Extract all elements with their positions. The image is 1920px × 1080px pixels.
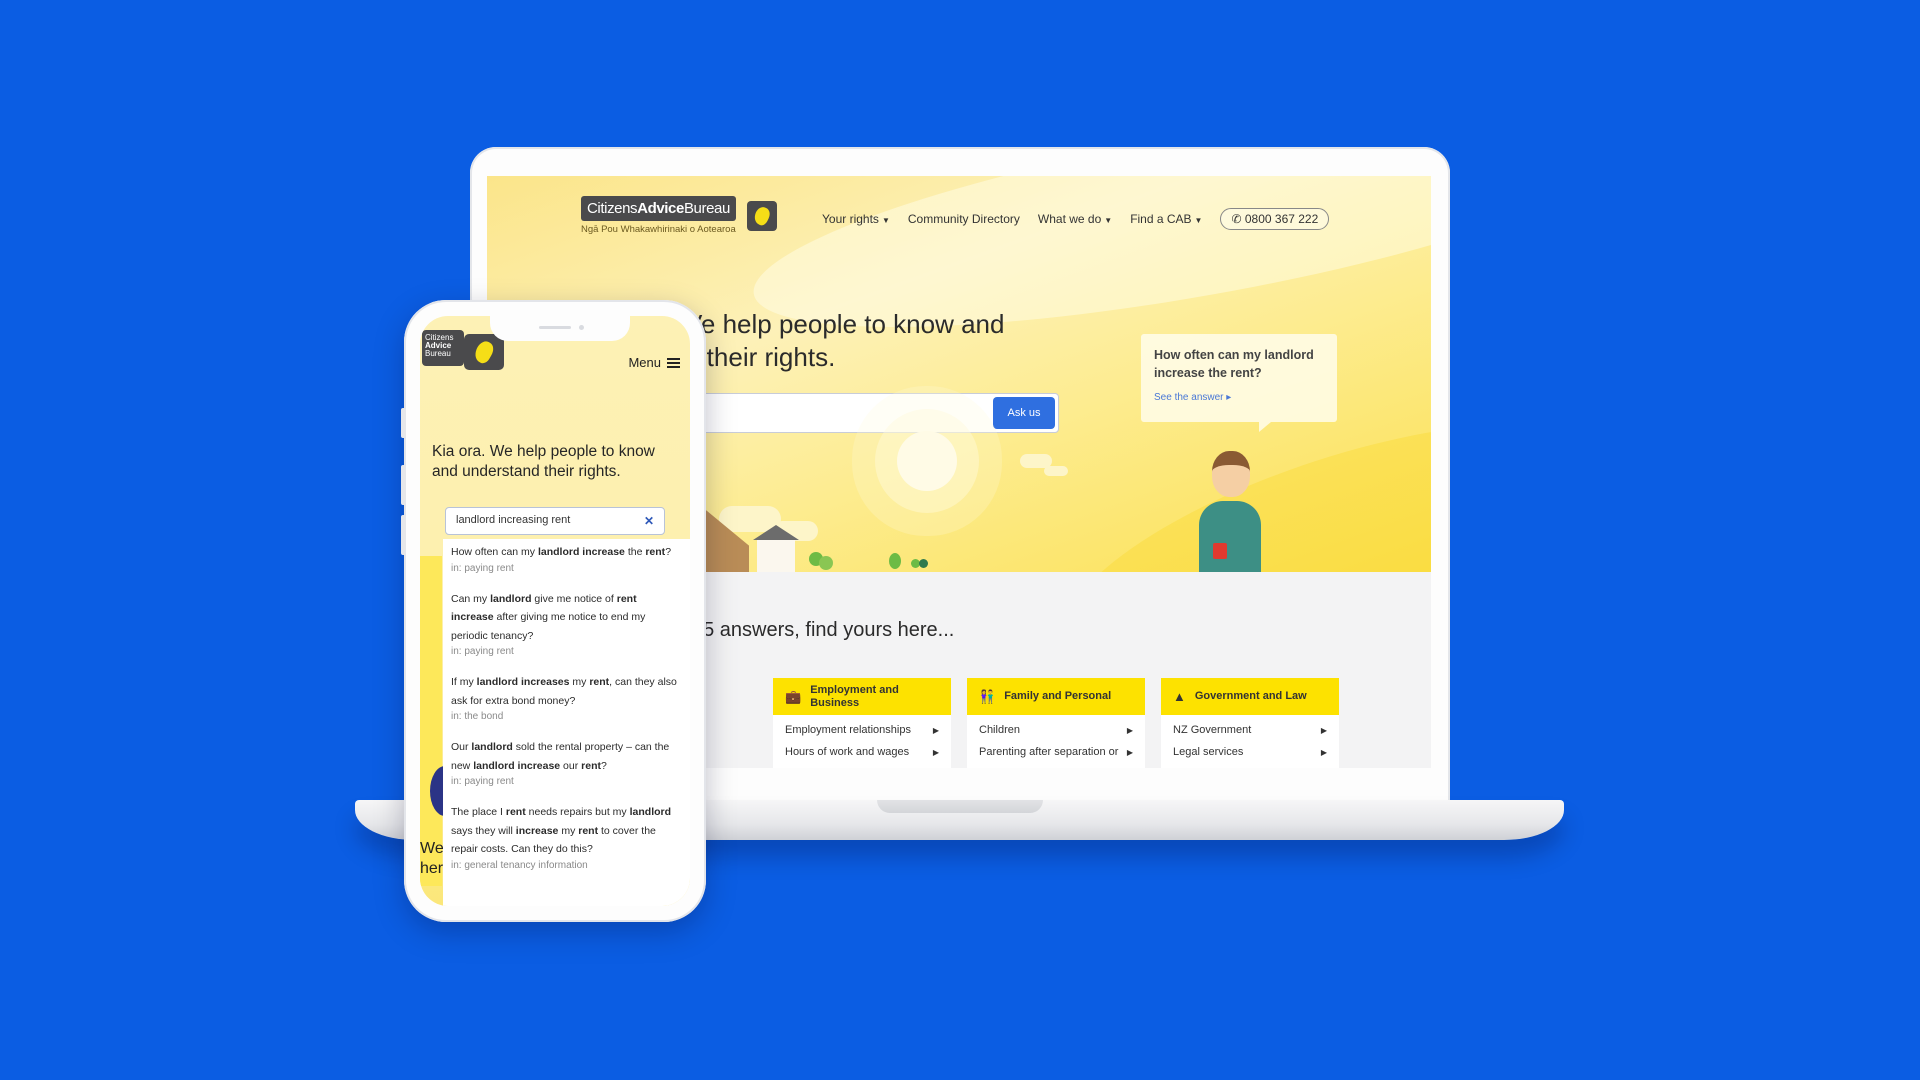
main-nav: Your rights ▼ Community Directory What we… (822, 208, 1330, 230)
phone-side-button (401, 515, 406, 555)
suggestion-item[interactable]: If my landlord increases my rent, can th… (451, 673, 682, 724)
category-link[interactable]: Parenting after separation or ▶ (979, 741, 1133, 763)
category-header[interactable]: ▲ Government and Law (1161, 678, 1339, 715)
caret-down-icon: ▼ (1104, 216, 1113, 225)
arrow-right-icon: ▶ (1126, 747, 1133, 757)
category-header[interactable]: 👫 Family and Personal (967, 678, 1145, 715)
caret-down-icon: ▼ (1194, 216, 1203, 225)
nav-find-a-cab[interactable]: Find a CAB ▼ (1130, 212, 1202, 226)
suggestion-question: Our landlord sold the rental property – … (451, 741, 670, 772)
family-icon: 👫 (979, 689, 996, 704)
cab-logo[interactable]: CitizensAdviceBureau Ngā Pou Whakawhirin… (581, 196, 777, 235)
government-building-icon: ▲ (1173, 689, 1186, 704)
arrow-right-icon: ▶ (932, 725, 939, 735)
sun-illustration (897, 431, 957, 491)
search-suggestions-list: How often can my landlord increase the r… (443, 539, 690, 906)
hamburger-icon (667, 357, 680, 368)
laptop-opening-notch (877, 800, 1043, 813)
suggestion-question: If my landlord increases my rent, can th… (451, 676, 677, 707)
logo-subtitle: Ngā Pou Whakawhirinaki o Aotearoa (581, 224, 736, 235)
house-illustration (753, 525, 799, 572)
mobile-website: Citizens Advice Bureau Menu Kia ora. We … (420, 316, 690, 906)
answers-heading: 55 answers, find yours here... (692, 619, 955, 641)
nav-community-directory[interactable]: Community Directory (908, 212, 1020, 226)
suggestion-category: in: paying rent (451, 646, 514, 657)
category-header[interactable]: 💼 Employment and Business (773, 678, 951, 715)
suggestion-question: Can my landlord give me notice of rent i… (451, 592, 646, 642)
hero-title: Ve help people to know and d their right… (685, 309, 1005, 372)
see-the-answer-link[interactable]: See the answer ▸ (1154, 392, 1324, 403)
category-link[interactable]: Children ▶ (979, 719, 1133, 741)
bird-logo-icon (464, 334, 504, 370)
phone-number-button[interactable]: ✆ 0800 367 222 (1220, 208, 1330, 230)
category-card-family[interactable]: 👫 Family and Personal Children ▶ Parenting… (967, 678, 1145, 768)
mobile-cab-logo[interactable]: Citizens Advice Bureau (422, 330, 464, 366)
suggestion-item[interactable]: Can my landlord give me notice of rent i… (451, 590, 682, 660)
featured-question-bubble: How often can my landlord increase the r… (1141, 334, 1337, 432)
cloud-illustration (1044, 466, 1068, 476)
arrow-right-icon: ▶ (932, 747, 939, 757)
clear-search-icon[interactable]: ✕ (644, 514, 654, 528)
mobile-hero-title: Kia ora. We help people to know and unde… (432, 443, 655, 480)
ask-us-button[interactable]: Ask us (993, 397, 1055, 429)
suggestion-category: in: paying rent (451, 562, 514, 574)
nav-your-rights[interactable]: Your rights ▼ (822, 212, 890, 226)
phone-camera (579, 325, 584, 330)
category-link[interactable]: Legal services ▶ (1173, 741, 1327, 763)
category-link[interactable]: NZ Government ▶ (1173, 719, 1327, 741)
arrow-right-icon: ▶ (1320, 725, 1327, 735)
arrow-right-icon: ▶ (1320, 747, 1327, 757)
tree-illustration (819, 556, 833, 570)
category-link[interactable]: Hours of work and wages ▶ (785, 741, 939, 763)
suggestion-category: in: general tenancy information (451, 859, 588, 871)
phone-side-button (401, 465, 406, 505)
phone-icon: ✆ (1231, 212, 1245, 226)
nav-what-we-do[interactable]: What we do ▼ (1038, 212, 1112, 226)
phone-speaker (539, 326, 571, 329)
tree-illustration (889, 553, 901, 569)
suggestion-question: How often can my landlord increase the r… (451, 546, 672, 558)
featured-question: How often can my landlord increase the r… (1154, 348, 1314, 380)
arrow-right-icon: ▶ (1126, 725, 1133, 735)
suggestion-item[interactable]: Our landlord sold the rental property – … (451, 738, 682, 789)
mobile-menu-button[interactable]: Menu (628, 355, 680, 370)
category-link[interactable]: Employment relationships ▶ (785, 719, 939, 741)
category-card-employment[interactable]: 💼 Employment and Business Employment rela… (773, 678, 951, 768)
category-card-government[interactable]: ▲ Government and Law NZ Government ▶ Legal… (1161, 678, 1339, 768)
suggestion-category: in: the bond (451, 711, 504, 722)
suggestion-question: The place I rent needs repairs but my la… (451, 806, 672, 855)
mug-icon (1213, 543, 1227, 559)
caret-down-icon: ▼ (881, 216, 890, 225)
suggestion-item[interactable]: The place I rent needs repairs but my la… (451, 803, 682, 873)
tree-illustration (919, 559, 928, 568)
person-with-mug-illustration (1195, 451, 1265, 572)
suggestion-category: in: paying rent (451, 776, 514, 787)
mobile-search-input[interactable]: landlord increasing rent ✕ (445, 507, 665, 535)
bird-logo-icon (747, 201, 777, 231)
suggestion-item[interactable]: How often can my landlord increase the r… (451, 543, 682, 576)
briefcase-icon: 💼 (785, 689, 802, 704)
phone-side-button (401, 408, 406, 438)
